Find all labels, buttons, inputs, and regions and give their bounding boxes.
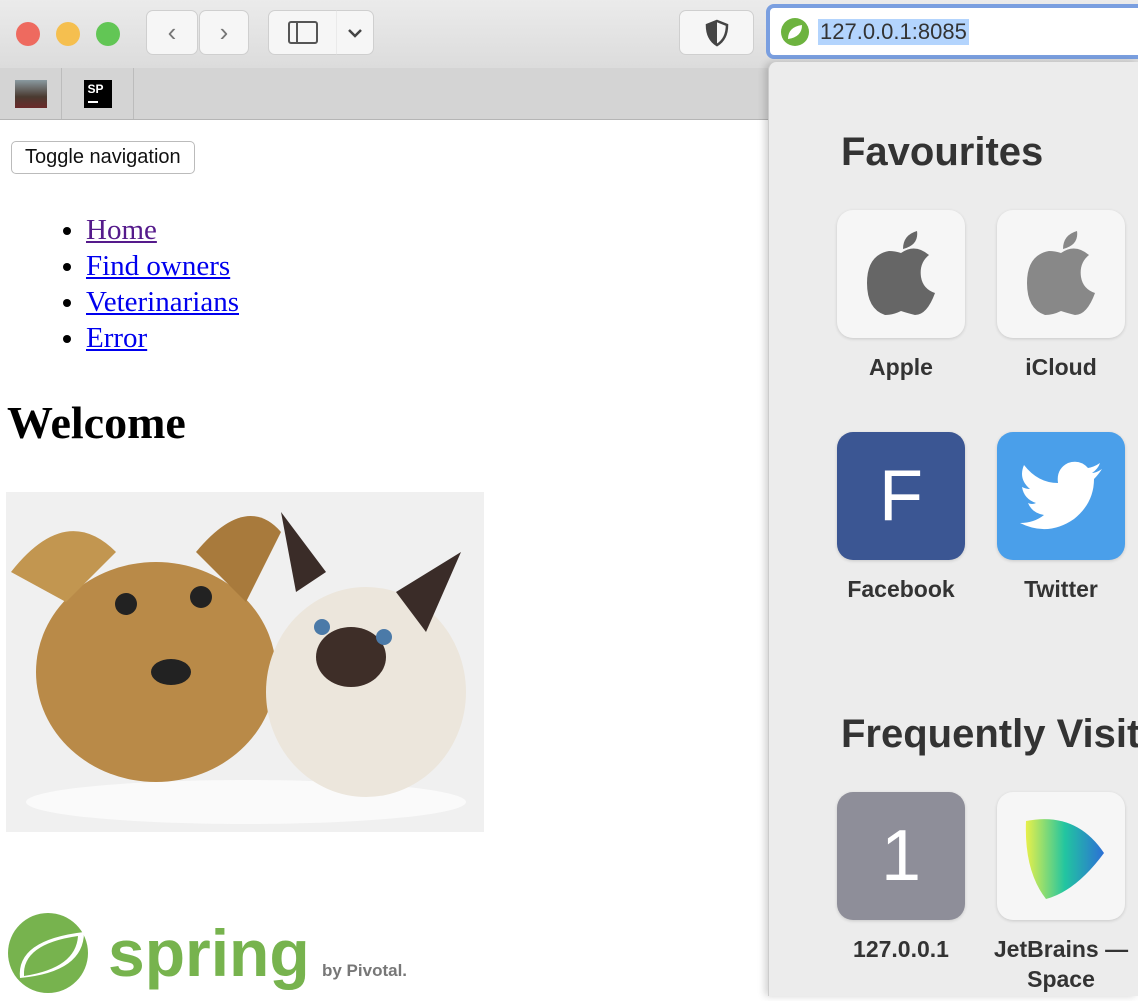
frequent-jetbrains-space[interactable] bbox=[997, 792, 1125, 920]
nav-home[interactable]: Home bbox=[86, 214, 157, 246]
url-text[interactable]: 127.0.0.1:8085 bbox=[818, 18, 969, 45]
pets-image bbox=[6, 492, 484, 832]
chevron-left-icon: ‹ bbox=[167, 17, 177, 47]
apple-icon bbox=[1027, 231, 1095, 315]
nav-veterinarians[interactable]: Veterinarians bbox=[86, 286, 239, 318]
apple-icon bbox=[867, 231, 935, 315]
frequently-visited-heading: Frequently Visited bbox=[841, 712, 1138, 756]
back-button[interactable]: ‹ bbox=[146, 10, 198, 55]
favourite-label: Twitter bbox=[1024, 576, 1098, 602]
spring-logo-text: spring bbox=[108, 916, 310, 990]
frequent-label: 127.0.0.1 bbox=[853, 936, 949, 962]
pivotal-logo-text: by Pivotal. bbox=[322, 961, 407, 980]
sidebar-button[interactable] bbox=[268, 10, 374, 55]
photo-favicon bbox=[14, 79, 47, 108]
nav-find-owners[interactable]: Find owners bbox=[86, 250, 230, 282]
shield-icon bbox=[705, 19, 728, 46]
close-window-button[interactable] bbox=[16, 22, 40, 46]
favourite-label: Apple bbox=[869, 354, 933, 380]
favourites-panel: Favourites Apple iCloud F Facebook Twitt… bbox=[768, 62, 1138, 996]
favourite-twitter[interactable] bbox=[997, 432, 1125, 560]
twitter-bird-icon bbox=[1020, 461, 1102, 530]
page-title: Welcome bbox=[7, 397, 186, 448]
favourite-facebook[interactable]: F bbox=[837, 432, 965, 560]
spring-favicon bbox=[781, 17, 809, 46]
zoom-window-button[interactable] bbox=[96, 22, 120, 46]
forward-button[interactable]: › bbox=[199, 10, 249, 55]
spring-logo: spring by Pivotal. bbox=[6, 910, 416, 996]
favourite-label: Facebook bbox=[847, 576, 955, 602]
minimize-window-button[interactable] bbox=[56, 22, 80, 46]
main-nav: Home Find owners Veterinarians Error bbox=[86, 212, 239, 356]
frequent-label: JetBrains — Space bbox=[993, 936, 1129, 992]
sp-favicon: SP bbox=[83, 79, 112, 108]
page-content: Toggle navigation Home Find owners Veter… bbox=[0, 120, 768, 996]
favourite-apple[interactable] bbox=[837, 210, 965, 338]
chevron-down-icon[interactable] bbox=[337, 10, 373, 55]
favourite-label: iCloud bbox=[1025, 354, 1097, 380]
favourites-heading: Favourites bbox=[841, 130, 1044, 174]
sidebar-icon bbox=[288, 10, 337, 55]
chevron-right-icon: › bbox=[219, 17, 229, 47]
tab-photo[interactable] bbox=[0, 68, 62, 119]
favourite-icloud[interactable] bbox=[997, 210, 1125, 338]
privacy-report-button[interactable] bbox=[679, 10, 754, 55]
jetbrains-space-icon bbox=[1025, 819, 1104, 899]
frequent-localhost[interactable]: 1 bbox=[837, 792, 965, 920]
toggle-navigation-button[interactable]: Toggle navigation bbox=[11, 141, 195, 174]
nav-error[interactable]: Error bbox=[86, 322, 147, 354]
address-bar[interactable]: 127.0.0.1:8085 bbox=[766, 4, 1138, 59]
tab-sp[interactable]: SP bbox=[62, 68, 134, 119]
